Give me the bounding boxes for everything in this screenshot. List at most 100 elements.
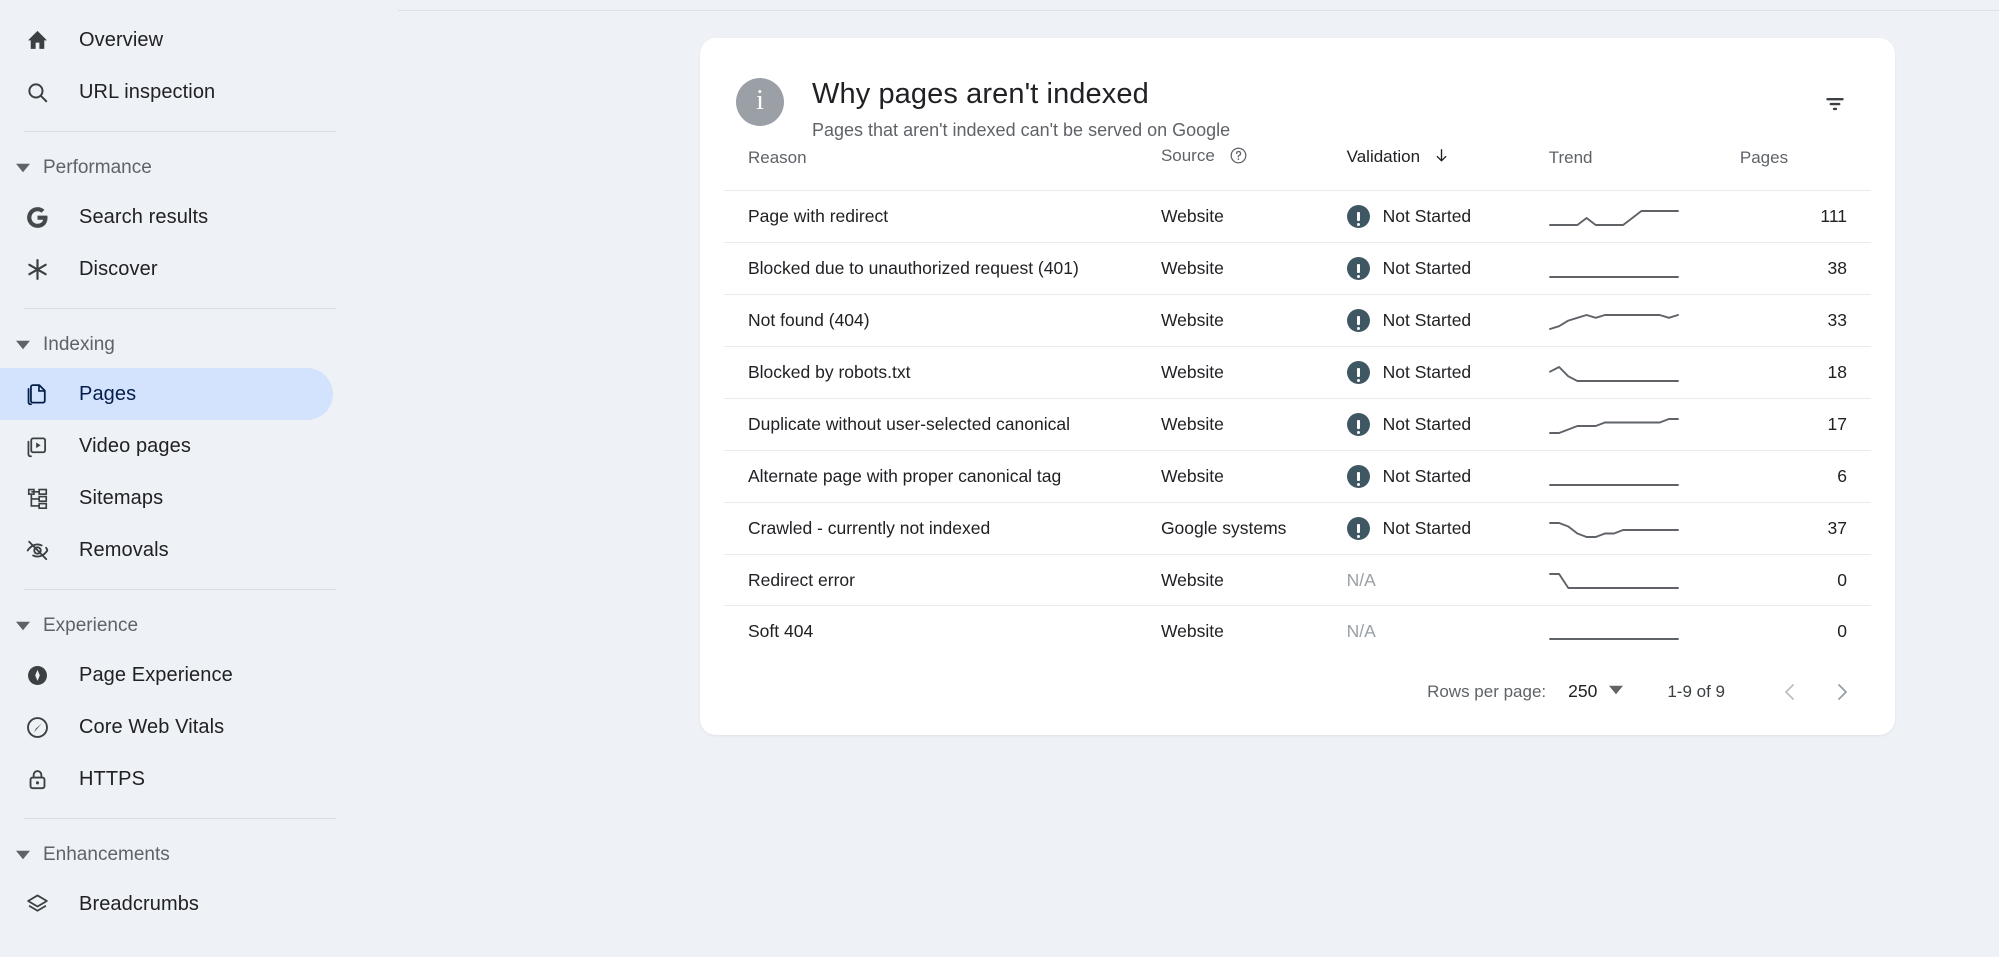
table-header: Reason Source Validation Trend Pages <box>724 146 1871 191</box>
sidebar-item-label: Breadcrumbs <box>79 892 200 915</box>
table-row[interactable]: Blocked due to unauthorized request (401… <box>724 242 1871 295</box>
video-pages-icon <box>22 431 52 461</box>
chevron-down-icon <box>12 615 34 637</box>
status-badge: Not Started <box>1382 362 1472 382</box>
cell-validation: N/A <box>1346 554 1549 606</box>
main-content-area: i Why pages aren't indexed Pages that ar… <box>398 0 1999 957</box>
cell-trend <box>1548 554 1740 606</box>
cell-reason[interactable]: Alternate page with proper canonical tag <box>724 450 1161 503</box>
cell-trend <box>1548 502 1740 555</box>
trend-sparkline <box>1548 275 1679 278</box>
sidebar-item-core-web-vitals[interactable]: Core Web Vitals <box>0 701 333 753</box>
sidebar-item-url-inspection[interactable]: URL inspection <box>0 66 333 118</box>
cell-pages: 0 <box>1739 605 1871 657</box>
rows-per-page-label: Rows per page: <box>1427 681 1547 701</box>
pagination-range: 1-9 of 9 <box>1667 681 1725 701</box>
sidebar-divider <box>24 818 336 819</box>
cell-validation: Not Started <box>1346 502 1549 555</box>
sidebar-divider <box>24 308 336 309</box>
cell-reason[interactable]: Soft 404 <box>724 605 1161 657</box>
status-badge: N/A <box>1346 620 1376 641</box>
card-subtitle: Pages that aren't indexed can't be serve… <box>812 120 1231 140</box>
sidebar-item-sitemaps[interactable]: Sitemaps <box>0 472 333 524</box>
cell-reason[interactable]: Crawled - currently not indexed <box>724 502 1161 555</box>
home-icon <box>22 25 52 55</box>
cell-source: Website <box>1160 605 1347 657</box>
sidebar-section-label: Performance <box>43 157 152 178</box>
table-row[interactable]: Duplicate without user-selected canonica… <box>724 398 1871 451</box>
sidebar-item-label: Pages <box>79 382 137 405</box>
column-header-pages[interactable]: Pages <box>1740 146 1871 191</box>
trend-sparkline <box>1548 638 1679 641</box>
pages-icon <box>22 379 52 409</box>
exclamation-circle-icon <box>1346 257 1370 280</box>
column-header-validation[interactable]: Validation <box>1347 146 1549 191</box>
cell-reason[interactable]: Blocked by robots.txt <box>724 346 1161 399</box>
card-header-texts: Why pages aren't indexed Pages that aren… <box>812 74 1230 141</box>
cell-trend <box>1548 450 1740 503</box>
cell-pages: 33 <box>1739 294 1871 347</box>
column-header-trend[interactable]: Trend <box>1549 146 1740 191</box>
cell-reason[interactable]: Duplicate without user-selected canonica… <box>724 398 1161 451</box>
sidebar-section-indexing[interactable]: Indexing <box>0 322 398 368</box>
layers-icon <box>22 889 52 919</box>
filter-icon[interactable] <box>1813 82 1857 126</box>
page-experience-icon <box>22 660 52 690</box>
sidebar-item-removals[interactable]: Removals <box>0 524 333 576</box>
rows-per-page-select[interactable]: 250 <box>1568 681 1624 702</box>
why-pages-arent-indexed-card: i Why pages aren't indexed Pages that ar… <box>700 38 1895 735</box>
sidebar-section-performance[interactable]: Performance <box>0 145 398 191</box>
column-label-pages: Pages <box>1739 148 1789 167</box>
sidebar-item-overview[interactable]: Overview <box>0 14 333 66</box>
sidebar-divider <box>24 131 336 132</box>
cell-reason[interactable]: Blocked due to unauthorized request (401… <box>724 242 1161 295</box>
trend-sparkline <box>1548 417 1679 434</box>
sidebar-item-video-pages[interactable]: Video pages <box>0 420 333 472</box>
top-divider <box>398 10 1999 11</box>
sidebar-item-label: Overview <box>79 28 164 51</box>
exclamation-circle-icon <box>1346 517 1370 540</box>
cell-validation: Not Started <box>1346 398 1549 451</box>
column-header-source[interactable]: Source <box>1161 146 1347 191</box>
table-row[interactable]: Alternate page with proper canonical tag… <box>724 450 1871 503</box>
cell-reason[interactable]: Not found (404) <box>724 294 1161 347</box>
sidebar-item-discover[interactable]: Discover <box>0 243 333 295</box>
validation-status: Not Started <box>1346 451 1549 502</box>
exclamation-circle-icon <box>1346 205 1370 228</box>
cell-source: Website <box>1160 450 1347 503</box>
cell-pages: 37 <box>1739 502 1871 555</box>
sidebar-item-pages[interactable]: Pages <box>0 368 333 420</box>
chevron-right-icon[interactable] <box>1819 669 1865 715</box>
sidebar-item-https[interactable]: HTTPS <box>0 753 333 805</box>
speedometer-icon <box>22 712 52 742</box>
table-row[interactable]: Not found (404) Website Not Started 33 <box>724 294 1871 347</box>
sidebar-section-experience[interactable]: Experience <box>0 603 398 649</box>
status-badge: Not Started <box>1382 518 1472 538</box>
rows-per-page-value: 250 <box>1568 681 1598 701</box>
column-header-reason[interactable]: Reason <box>724 146 1161 191</box>
sidebar-item-label: Sitemaps <box>79 486 164 509</box>
table-row[interactable]: Page with redirect Website Not Started 111 <box>724 190 1871 243</box>
sidebar-item-label: HTTPS <box>79 767 146 790</box>
table-row[interactable]: Crawled - currently not indexed Google sy… <box>724 502 1871 555</box>
sort-descending-icon <box>1433 147 1450 169</box>
table-row[interactable]: Blocked by robots.txt Website Not Started 1… <box>724 346 1871 399</box>
cell-source: Website <box>1160 398 1347 451</box>
eye-off-icon <box>22 535 52 565</box>
status-badge: Not Started <box>1382 310 1472 330</box>
column-label-trend: Trend <box>1548 148 1593 167</box>
cell-reason[interactable]: Redirect error <box>724 554 1161 606</box>
sidebar-section-enhancements[interactable]: Enhancements <box>0 832 398 878</box>
cell-reason[interactable]: Page with redirect <box>724 190 1161 243</box>
sidebar-item-page-experience[interactable]: Page Experience <box>0 649 333 701</box>
trend-sparkline <box>1548 573 1679 589</box>
help-circle-icon[interactable] <box>1229 146 1248 170</box>
table-row[interactable]: Soft 404 Website N/A 0 <box>724 605 1871 657</box>
sidebar-item-breadcrumbs[interactable]: Breadcrumbs <box>0 878 333 930</box>
sidebar-item-search-results[interactable]: Search results <box>0 191 333 243</box>
exclamation-circle-icon <box>1346 309 1370 332</box>
table-row[interactable]: Redirect error Website N/A 0 <box>724 554 1871 606</box>
chevron-left-icon[interactable] <box>1767 669 1813 715</box>
asterisk-icon <box>22 254 52 284</box>
cell-trend <box>1548 190 1740 243</box>
